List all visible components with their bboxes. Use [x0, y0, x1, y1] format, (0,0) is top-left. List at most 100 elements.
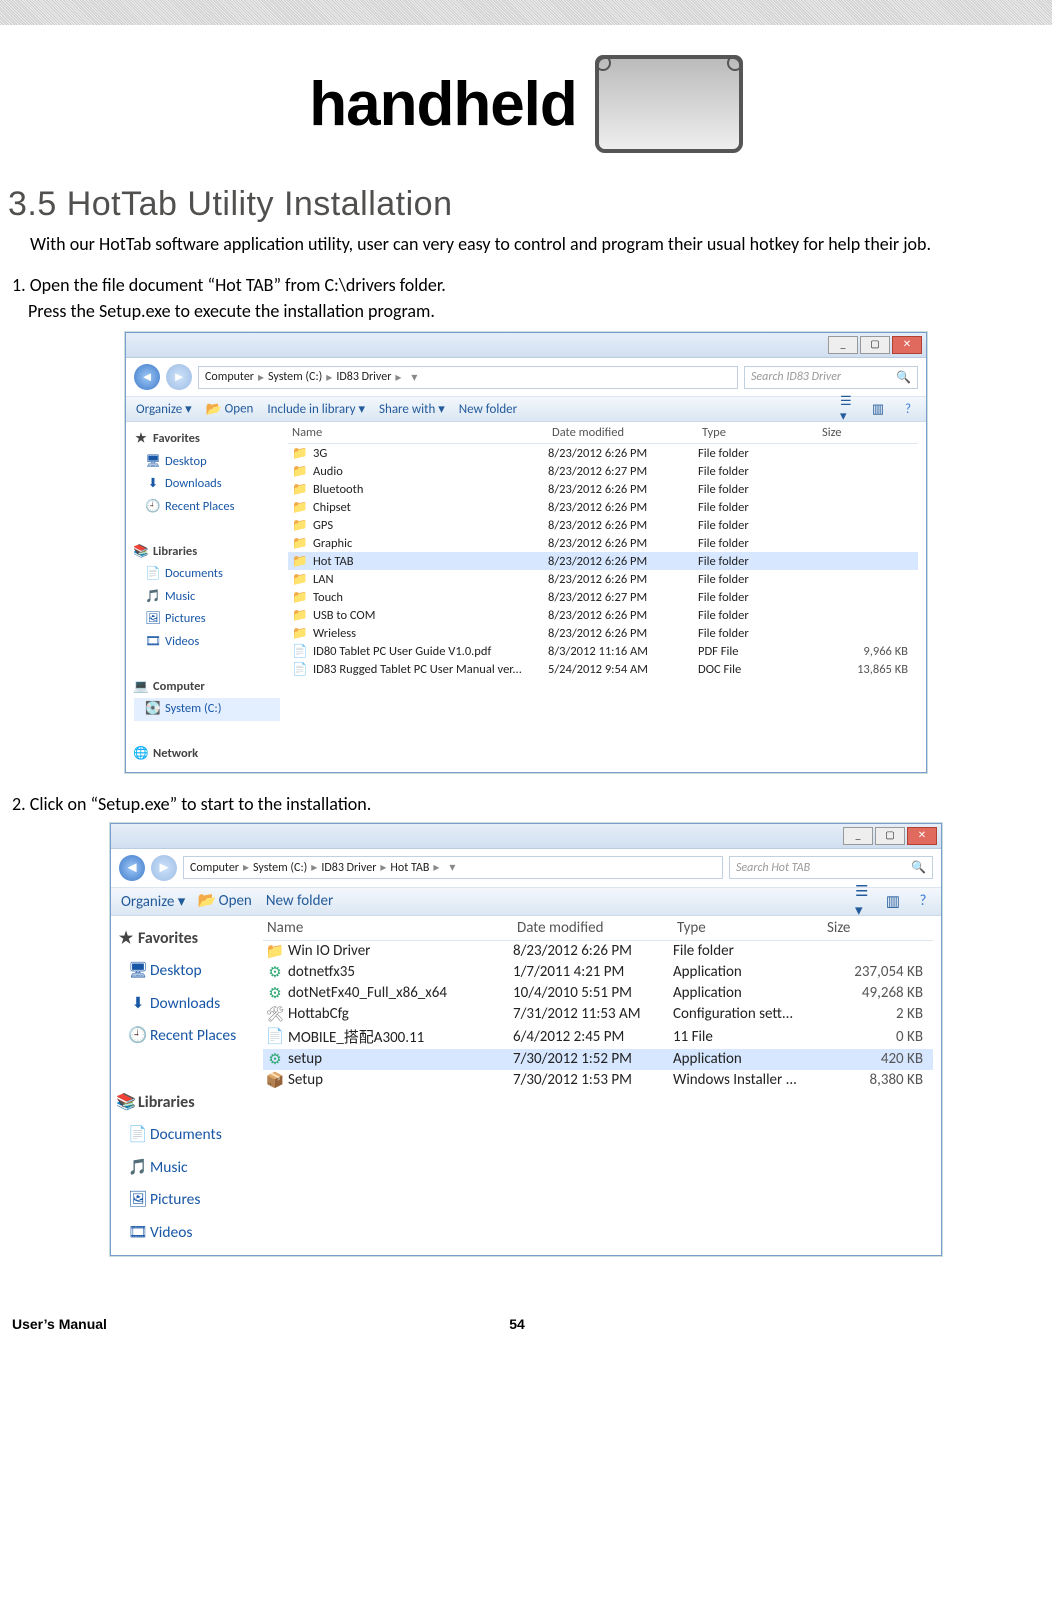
table-row[interactable]: 📁Audio8/23/2012 6:27 PMFile folder: [288, 462, 918, 480]
file-date-cell: 8/23/2012 6:26 PM: [548, 554, 698, 569]
breadcrumb-item[interactable]: System (C:): [253, 861, 307, 875]
nav-documents[interactable]: 📄Documents: [119, 1119, 255, 1152]
minimize-button[interactable]: _: [843, 827, 873, 845]
nav-music[interactable]: 🎵Music: [134, 586, 280, 609]
table-row[interactable]: 📁Win IO Driver8/23/2012 6:26 PMFile fold…: [263, 941, 933, 962]
table-row[interactable]: 🛠HottabCfg7/31/2012 11:53 AMConfiguratio…: [263, 1004, 933, 1025]
organize-button[interactable]: Organize ▾: [121, 892, 185, 911]
file-date-cell: 8/23/2012 6:26 PM: [548, 500, 698, 515]
nav-desktop[interactable]: 🖥Desktop: [119, 955, 255, 988]
table-row[interactable]: 📁Chipset8/23/2012 6:26 PMFile folder: [288, 498, 918, 516]
nav-documents[interactable]: 📄Documents: [134, 563, 280, 586]
file-type-cell: File folder: [698, 482, 818, 497]
table-row[interactable]: 📁Graphic8/23/2012 6:26 PMFile folder: [288, 534, 918, 552]
table-row[interactable]: 📄ID80 Tablet PC User Guide V1.0.pdf8/3/2…: [288, 642, 918, 660]
table-row[interactable]: 📦Setup7/30/2012 1:53 PMWindows Installer…: [263, 1070, 933, 1091]
file-size-cell: 8,380 KB: [823, 1071, 933, 1089]
search-input[interactable]: Search ID83 Driver 🔍: [744, 366, 918, 389]
close-button[interactable]: ✕: [907, 827, 937, 845]
breadcrumb-item[interactable]: ID83 Driver: [336, 370, 391, 384]
file-date-cell: 8/23/2012 6:26 PM: [548, 536, 698, 551]
table-row[interactable]: 📁3G8/23/2012 6:26 PMFile folder: [288, 444, 918, 462]
breadcrumb[interactable]: Computer▸ System (C:)▸ ID83 Driver▸ Hot …: [183, 856, 723, 879]
nav-pictures[interactable]: 🖼Pictures: [119, 1184, 255, 1217]
column-headers[interactable]: Name Date modified Type Size: [288, 422, 918, 444]
nav-favorites-header[interactable]: ★Favorites: [119, 922, 255, 956]
minimize-button[interactable]: _: [828, 336, 858, 354]
col-date[interactable]: Date modified: [548, 425, 698, 440]
table-row[interactable]: 📁LAN8/23/2012 6:26 PMFile folder: [288, 570, 918, 588]
preview-pane-icon[interactable]: ▥: [870, 401, 886, 417]
open-button[interactable]: 📂 Open: [199, 892, 252, 910]
open-button[interactable]: 📂 Open: [206, 401, 254, 417]
table-row[interactable]: 📁Bluetooth8/23/2012 6:26 PMFile folder: [288, 480, 918, 498]
share-with-button[interactable]: Share with ▾: [379, 402, 445, 417]
nav-videos[interactable]: 🎞Videos: [134, 631, 280, 654]
table-row[interactable]: 📄ID83 Rugged Tablet PC User Manual ver..…: [288, 660, 918, 678]
maximize-button[interactable]: ▢: [860, 336, 890, 354]
table-row[interactable]: 📁Touch8/23/2012 6:27 PMFile folder: [288, 588, 918, 606]
breadcrumb-dropdown-icon[interactable]: ▾: [405, 370, 423, 385]
nav-libraries-header[interactable]: 📚Libraries: [134, 541, 280, 564]
nav-pictures[interactable]: 🖼Pictures: [134, 608, 280, 631]
search-input[interactable]: Search Hot TAB 🔍: [729, 856, 933, 879]
file-name-cell: ⚙dotnetfx35: [263, 963, 513, 981]
breadcrumb-item[interactable]: Computer: [190, 861, 239, 875]
maximize-button[interactable]: ▢: [875, 827, 905, 845]
nav-recent-places[interactable]: 🕘Recent Places: [134, 496, 280, 519]
table-row[interactable]: ⚙dotNetFx40_Full_x86_x6410/4/2010 5:51 P…: [263, 983, 933, 1004]
breadcrumb-item[interactable]: Computer: [205, 370, 254, 384]
breadcrumb-item[interactable]: ID83 Driver: [321, 861, 376, 875]
column-headers[interactable]: Name Date modified Type Size: [263, 916, 933, 941]
new-folder-button[interactable]: New folder: [459, 402, 517, 417]
view-options-icon[interactable]: ☰ ▾: [855, 893, 871, 909]
nav-downloads[interactable]: ⬇Downloads: [134, 473, 280, 496]
nav-computer-header[interactable]: 💻Computer: [134, 676, 280, 699]
col-name[interactable]: Name: [263, 919, 513, 937]
file-date-cell: 7/30/2012 1:52 PM: [513, 1050, 673, 1068]
breadcrumb-dropdown-icon[interactable]: ▾: [443, 860, 461, 875]
file-name-cell: 📄MOBILE_搭配A300.11: [263, 1026, 513, 1047]
table-row[interactable]: 📁USB to COM8/23/2012 6:26 PMFile folder: [288, 606, 918, 624]
table-row[interactable]: ⚙setup7/30/2012 1:52 PMApplication420 KB: [263, 1049, 933, 1070]
new-folder-button[interactable]: New folder: [266, 892, 333, 910]
nav-forward-button[interactable]: ►: [166, 364, 192, 390]
col-size[interactable]: Size: [818, 425, 918, 440]
nav-network-header[interactable]: 🌐Network: [134, 743, 280, 766]
organize-button[interactable]: Organize ▾: [136, 402, 192, 417]
application-icon: ⚙: [267, 986, 283, 1000]
breadcrumb-item[interactable]: System (C:): [268, 370, 322, 384]
col-date[interactable]: Date modified: [513, 919, 673, 937]
nav-back-button[interactable]: ◄: [134, 364, 160, 390]
preview-pane-icon[interactable]: ▥: [885, 893, 901, 909]
pictures-icon: 🖼: [146, 613, 160, 627]
table-row[interactable]: 📁Hot TAB8/23/2012 6:26 PMFile folder: [288, 552, 918, 570]
table-row[interactable]: 📁Wrieless8/23/2012 6:26 PMFile folder: [288, 624, 918, 642]
breadcrumb[interactable]: Computer▸ System (C:)▸ ID83 Driver▸ ▾: [198, 366, 738, 389]
nav-videos[interactable]: 🎞Videos: [119, 1217, 255, 1250]
include-in-library-button[interactable]: Include in library ▾: [267, 402, 365, 417]
help-icon[interactable]: ?: [900, 401, 916, 417]
nav-downloads[interactable]: ⬇Downloads: [119, 988, 255, 1021]
col-type[interactable]: Type: [673, 919, 823, 937]
nav-music[interactable]: 🎵Music: [119, 1152, 255, 1185]
col-size[interactable]: Size: [823, 919, 933, 937]
help-icon[interactable]: ?: [915, 893, 931, 909]
col-type[interactable]: Type: [698, 425, 818, 440]
col-name[interactable]: Name: [288, 425, 548, 440]
nav-recent-places[interactable]: 🕘Recent Places: [119, 1020, 255, 1053]
nav-forward-button[interactable]: ►: [151, 855, 177, 881]
pdf-icon: 📄: [292, 644, 308, 658]
nav-favorites-header[interactable]: ★Favorites: [134, 428, 280, 451]
nav-back-button[interactable]: ◄: [119, 855, 145, 881]
nav-desktop[interactable]: 🖥Desktop: [134, 451, 280, 474]
view-options-icon[interactable]: ☰ ▾: [840, 401, 856, 417]
nav-system-c[interactable]: 💽System (C:): [134, 698, 280, 721]
breadcrumb-item[interactable]: Hot TAB: [390, 861, 429, 875]
titlebar: _ ▢ ✕: [111, 824, 941, 849]
table-row[interactable]: 📄MOBILE_搭配A300.116/4/2012 2:45 PM11 File…: [263, 1025, 933, 1049]
close-button[interactable]: ✕: [892, 336, 922, 354]
table-row[interactable]: ⚙dotnetfx351/7/2011 4:21 PMApplication23…: [263, 962, 933, 983]
nav-libraries-header[interactable]: 📚Libraries: [119, 1086, 255, 1120]
table-row[interactable]: 📁GPS8/23/2012 6:26 PMFile folder: [288, 516, 918, 534]
